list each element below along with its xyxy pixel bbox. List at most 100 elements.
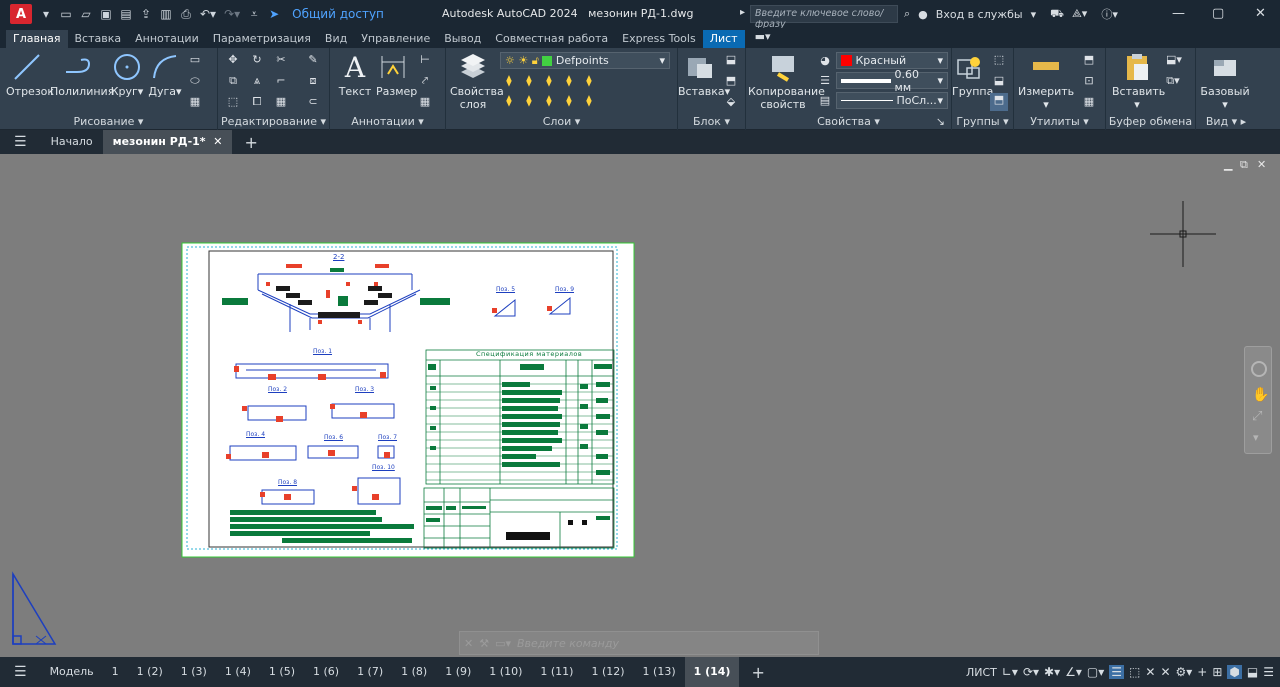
layer-tool-icon[interactable]: ⧫: [582, 74, 596, 88]
clean-screen-icon[interactable]: ⬓: [1247, 665, 1258, 679]
zoom-icon[interactable]: ⤢: [1252, 409, 1262, 424]
ungroup-icon[interactable]: ⬚: [992, 53, 1006, 67]
tab-parametric[interactable]: Параметризация: [206, 30, 318, 48]
steering-wheel-icon[interactable]: [1251, 361, 1267, 377]
layout-tab-model[interactable]: Модель: [41, 657, 103, 687]
ortho-icon[interactable]: ∟▾: [1002, 665, 1018, 679]
panel-utilities-title[interactable]: Утилиты ▾: [1014, 115, 1105, 128]
leader-icon[interactable]: ⤤: [418, 74, 432, 88]
explode-icon[interactable]: ⧈: [306, 74, 320, 88]
tab-layout[interactable]: Лист: [702, 30, 745, 48]
text-button[interactable]: A Текст: [338, 51, 372, 99]
orbit-icon[interactable]: ▾: [1253, 431, 1259, 444]
help-icon[interactable]: ⓘ▾: [1101, 6, 1118, 22]
layout-tab-active[interactable]: 1 (14): [684, 657, 740, 687]
measure-button[interactable]: Измерить ▾: [1018, 52, 1074, 111]
move-icon[interactable]: ✥: [226, 53, 240, 67]
print-icon[interactable]: ⎙: [180, 7, 192, 22]
hatch-icon[interactable]: ▦: [188, 95, 202, 109]
linetype-dropdown[interactable]: ПоСл... ▾: [836, 92, 948, 109]
mirror-icon[interactable]: ⩓: [250, 74, 264, 88]
share-icon[interactable]: ➤: [268, 7, 280, 21]
point-style-icon[interactable]: ⊡: [1082, 74, 1096, 88]
annotation-visibility-icon[interactable]: ✕: [1160, 665, 1170, 679]
fillet-icon[interactable]: ⌐: [274, 74, 288, 88]
tab-express-tools[interactable]: Express Tools: [615, 30, 703, 48]
panel-properties-title[interactable]: Свойства ▾ ↘: [746, 115, 951, 128]
layout-tab[interactable]: 1 (12): [582, 657, 633, 687]
arc-button[interactable]: Дуга▾: [148, 52, 182, 98]
search-icon[interactable]: ⌕: [904, 7, 910, 21]
tab-annotate[interactable]: Аннотации: [128, 30, 206, 48]
properties-launcher-icon[interactable]: ↘: [936, 115, 945, 128]
dimension-button[interactable]: Размер: [376, 52, 417, 98]
publish-icon[interactable]: ▥: [160, 7, 172, 21]
autocad-logo-icon[interactable]: A: [10, 4, 32, 24]
layout-tab[interactable]: 1 (13): [634, 657, 685, 687]
new-file-icon[interactable]: ▭: [60, 7, 72, 21]
copy-clip-icon[interactable]: ⧉▾: [1166, 74, 1180, 88]
close-tab-icon[interactable]: ✕: [213, 135, 222, 148]
panel-view-title[interactable]: Вид ▾ ▸: [1196, 115, 1256, 128]
insert-block-button[interactable]: Вставка▾: [678, 52, 730, 98]
match-properties-button[interactable]: Копирование свойств: [748, 52, 825, 111]
redo-icon[interactable]: ↷▾: [224, 7, 240, 21]
layout-tab[interactable]: 1 (7): [348, 657, 392, 687]
lineweight-toggle-icon[interactable]: ☰: [1109, 665, 1125, 679]
layer-tool-icon[interactable]: ⧫: [582, 94, 596, 108]
ribbon-minimize-icon[interactable]: ▬▾: [755, 30, 771, 48]
polyline-button[interactable]: Полилиния: [50, 52, 114, 98]
panel-block-title[interactable]: Блок ▾: [678, 115, 745, 128]
linetype-icon[interactable]: ▤: [818, 94, 832, 108]
command-input[interactable]: Введите команду: [517, 637, 619, 650]
erase-icon[interactable]: ✎: [306, 53, 320, 67]
create-block-icon[interactable]: ⬓: [724, 53, 738, 67]
layer-tool-icon[interactable]: ⧫: [562, 94, 576, 108]
annotation-scale-icon[interactable]: ✕: [1145, 665, 1155, 679]
layout-tab[interactable]: 1 (11): [531, 657, 582, 687]
layer-tool-icon[interactable]: ⧫: [542, 94, 556, 108]
tab-manage[interactable]: Управление: [354, 30, 437, 48]
panel-layers-title[interactable]: Слои ▾: [446, 115, 677, 128]
object-snap-icon[interactable]: ▢▾: [1087, 665, 1104, 679]
layer-tool-icon[interactable]: ⧫: [522, 74, 536, 88]
rotate-icon[interactable]: ↻: [250, 53, 264, 67]
layer-tool-icon[interactable]: ⧫: [502, 94, 516, 108]
tab-insert[interactable]: Вставка: [68, 30, 129, 48]
customize-qa-icon[interactable]: ⩡: [248, 7, 260, 22]
edit-block-icon[interactable]: ⬒: [724, 74, 738, 88]
layout-tab[interactable]: 1 (4): [216, 657, 260, 687]
copy-icon[interactable]: ⧉: [226, 74, 240, 88]
undo-icon[interactable]: ↶▾: [200, 7, 216, 21]
linear-dim-icon[interactable]: ⊢: [418, 53, 432, 67]
layout-tab[interactable]: 1: [103, 657, 128, 687]
tab-view[interactable]: Вид: [318, 30, 354, 48]
pan-icon[interactable]: ✋: [1252, 387, 1269, 403]
cut-icon[interactable]: ⬓▾: [1166, 53, 1182, 67]
workspace-gear-icon[interactable]: ⚙▾: [1176, 665, 1193, 679]
color-dropdown[interactable]: Красный ▾: [836, 52, 948, 69]
offset-icon[interactable]: ⊂: [306, 95, 320, 109]
user-icon[interactable]: ●: [918, 8, 928, 21]
osnap-icon[interactable]: ✱▾: [1044, 665, 1060, 679]
block-attribute-icon[interactable]: ⬙: [724, 95, 738, 109]
new-layout-icon[interactable]: +: [739, 663, 776, 682]
customize-status-icon[interactable]: ☰: [1263, 665, 1274, 679]
drawing-canvas[interactable]: ▁ ⧉ ✕ 2-2 Спецификация материалов Поз. 1…: [0, 154, 1280, 657]
layer-tool-icon[interactable]: ⧫: [562, 74, 576, 88]
color-wheel-icon[interactable]: ◕: [818, 54, 832, 68]
save-as-icon[interactable]: ▤: [120, 7, 132, 21]
layer-dropdown[interactable]: ☼ ☀ 🔓︎ Defpoints ▾: [500, 52, 670, 69]
polar-icon[interactable]: ⟳▾: [1023, 665, 1039, 679]
command-recent-icon[interactable]: ▭▾: [495, 637, 511, 650]
quick-select-icon[interactable]: ⬒: [1082, 53, 1096, 67]
tab-output[interactable]: Вывод: [437, 30, 488, 48]
array-icon[interactable]: ▦: [274, 95, 288, 109]
layout-tab[interactable]: 1 (8): [392, 657, 436, 687]
line-button[interactable]: Отрезок: [6, 52, 54, 98]
rectangle-icon[interactable]: ▭: [188, 53, 202, 67]
trim-icon[interactable]: ✂: [274, 53, 288, 67]
layout-tab[interactable]: 1 (9): [436, 657, 480, 687]
layout-tab[interactable]: 1 (3): [172, 657, 216, 687]
paste-button[interactable]: Вставить ▾: [1112, 52, 1165, 111]
